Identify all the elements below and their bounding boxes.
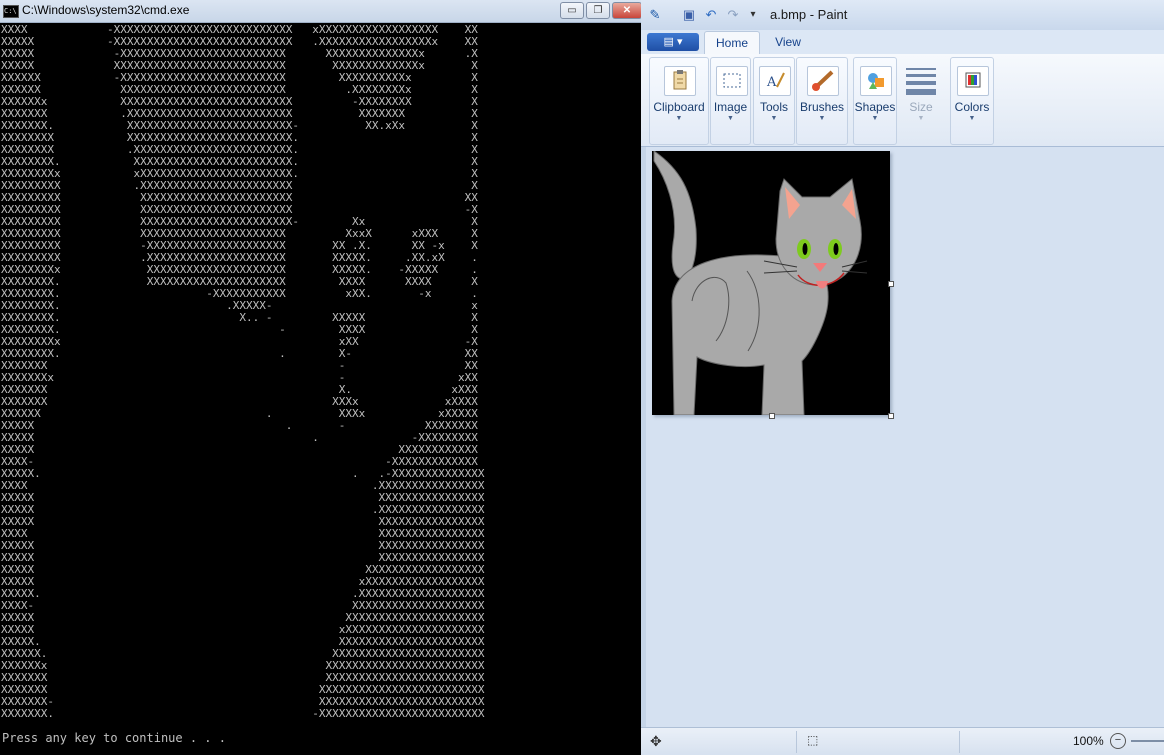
chevron-down-icon: ▼ xyxy=(770,115,778,122)
selection-size-icon: ⬚ xyxy=(807,733,819,747)
ascii-art-output: XXXX -XXXXXXXXXXXXXXXXXXXXXXXXXXX xXXXXX… xyxy=(1,24,485,720)
press-any-key-prompt: Press any key to continue . . . xyxy=(2,731,226,745)
cmd-window-title: C:\Windows\system32\cmd.exe xyxy=(22,3,190,17)
paint-window[interactable]: ✎ ▣ ↶ ↷ ▾ a.bmp - Paint ▤ ▾ Home View Cl… xyxy=(641,0,1164,755)
status-bar: ✥ ⬚ 100% − xyxy=(641,727,1164,755)
zoom-out-button[interactable]: − xyxy=(1110,733,1126,749)
clipboard-label: Clipboard xyxy=(653,100,705,114)
line-size-icon xyxy=(906,68,936,99)
ribbon-tabs: ▤ ▾ Home View xyxy=(641,30,1164,55)
zoom-slider[interactable] xyxy=(1131,740,1164,742)
customize-quick-access-icon[interactable]: ▾ xyxy=(745,7,761,23)
chevron-down-icon: ▼ xyxy=(675,115,683,122)
select-icon xyxy=(715,66,748,96)
clipboard-icon xyxy=(664,66,696,96)
chevron-down-icon: ▼ xyxy=(818,115,826,122)
colors-label: Colors xyxy=(954,100,990,114)
cmd-window[interactable]: C:\ C:\Windows\system32\cmd.exe ▭ ❐ ✕ XX… xyxy=(0,0,642,755)
tools-icon: A xyxy=(759,66,791,96)
cat-image xyxy=(652,150,890,416)
paint-app-icon[interactable]: ✎ xyxy=(647,7,663,23)
resize-handle-right[interactable] xyxy=(888,281,894,287)
console-output: XXXX -XXXXXXXXXXXXXXXXXXXXXXXXXXX xXXXXX… xyxy=(0,24,640,744)
status-divider xyxy=(959,731,960,753)
status-divider xyxy=(796,731,797,753)
shapes-group[interactable]: Shapes ▼ xyxy=(853,57,897,145)
size-label: Size xyxy=(909,100,933,114)
paint-window-title: a.bmp - Paint xyxy=(770,7,848,22)
save-icon[interactable]: ▣ xyxy=(681,7,697,23)
resize-handle-corner[interactable] xyxy=(888,413,894,419)
tools-label: Tools xyxy=(759,100,788,114)
canvas-area[interactable] xyxy=(641,147,1164,727)
chevron-down-icon: ▼ xyxy=(727,115,734,122)
tools-group[interactable]: A Tools ▼ xyxy=(753,57,795,145)
image-group[interactable]: Image ▼ xyxy=(710,57,751,145)
image-label: Image xyxy=(713,100,748,114)
console-icon: C:\ xyxy=(3,5,19,18)
drawing-canvas[interactable] xyxy=(652,150,894,419)
brushes-group[interactable]: Brushes ▼ xyxy=(796,57,848,145)
ribbon: Clipboard ▼ Image ▼ A Tools ▼ Brushes ▼ xyxy=(641,54,1164,147)
cmd-titlebar[interactable]: C:\ C:\Windows\system32\cmd.exe ▭ ❐ ✕ xyxy=(0,0,641,23)
chevron-down-icon: ▼ xyxy=(871,115,879,122)
redo-icon[interactable]: ↷ xyxy=(725,7,741,23)
tab-view[interactable]: View xyxy=(763,31,813,54)
color-palette-icon xyxy=(957,66,989,96)
zoom-level: 100% xyxy=(1073,734,1104,748)
shapes-icon xyxy=(860,66,892,96)
svg-text:A: A xyxy=(766,75,777,90)
paint-titlebar[interactable]: ✎ ▣ ↶ ↷ ▾ a.bmp - Paint xyxy=(641,0,1164,30)
maximize-button[interactable]: ❐ xyxy=(586,2,610,19)
cursor-position-icon: ✥ xyxy=(650,733,662,749)
paint-menu-button[interactable]: ▤ ▾ xyxy=(647,33,699,51)
tab-home[interactable]: Home xyxy=(704,31,760,55)
brush-icon xyxy=(807,66,839,96)
minimize-button[interactable]: ▭ xyxy=(560,2,584,19)
close-button[interactable]: ✕ xyxy=(612,2,641,19)
chevron-down-icon: ▼ xyxy=(968,115,976,122)
shapes-label: Shapes xyxy=(854,100,896,114)
brushes-label: Brushes xyxy=(799,100,845,114)
resize-handle-bottom[interactable] xyxy=(769,413,775,419)
chevron-down-icon: ▼ xyxy=(917,115,925,122)
clipboard-group[interactable]: Clipboard ▼ xyxy=(649,57,709,145)
colors-group[interactable]: Colors ▼ xyxy=(950,57,994,145)
undo-icon[interactable]: ↶ xyxy=(703,7,719,23)
size-group: Size ▼ xyxy=(898,57,944,145)
